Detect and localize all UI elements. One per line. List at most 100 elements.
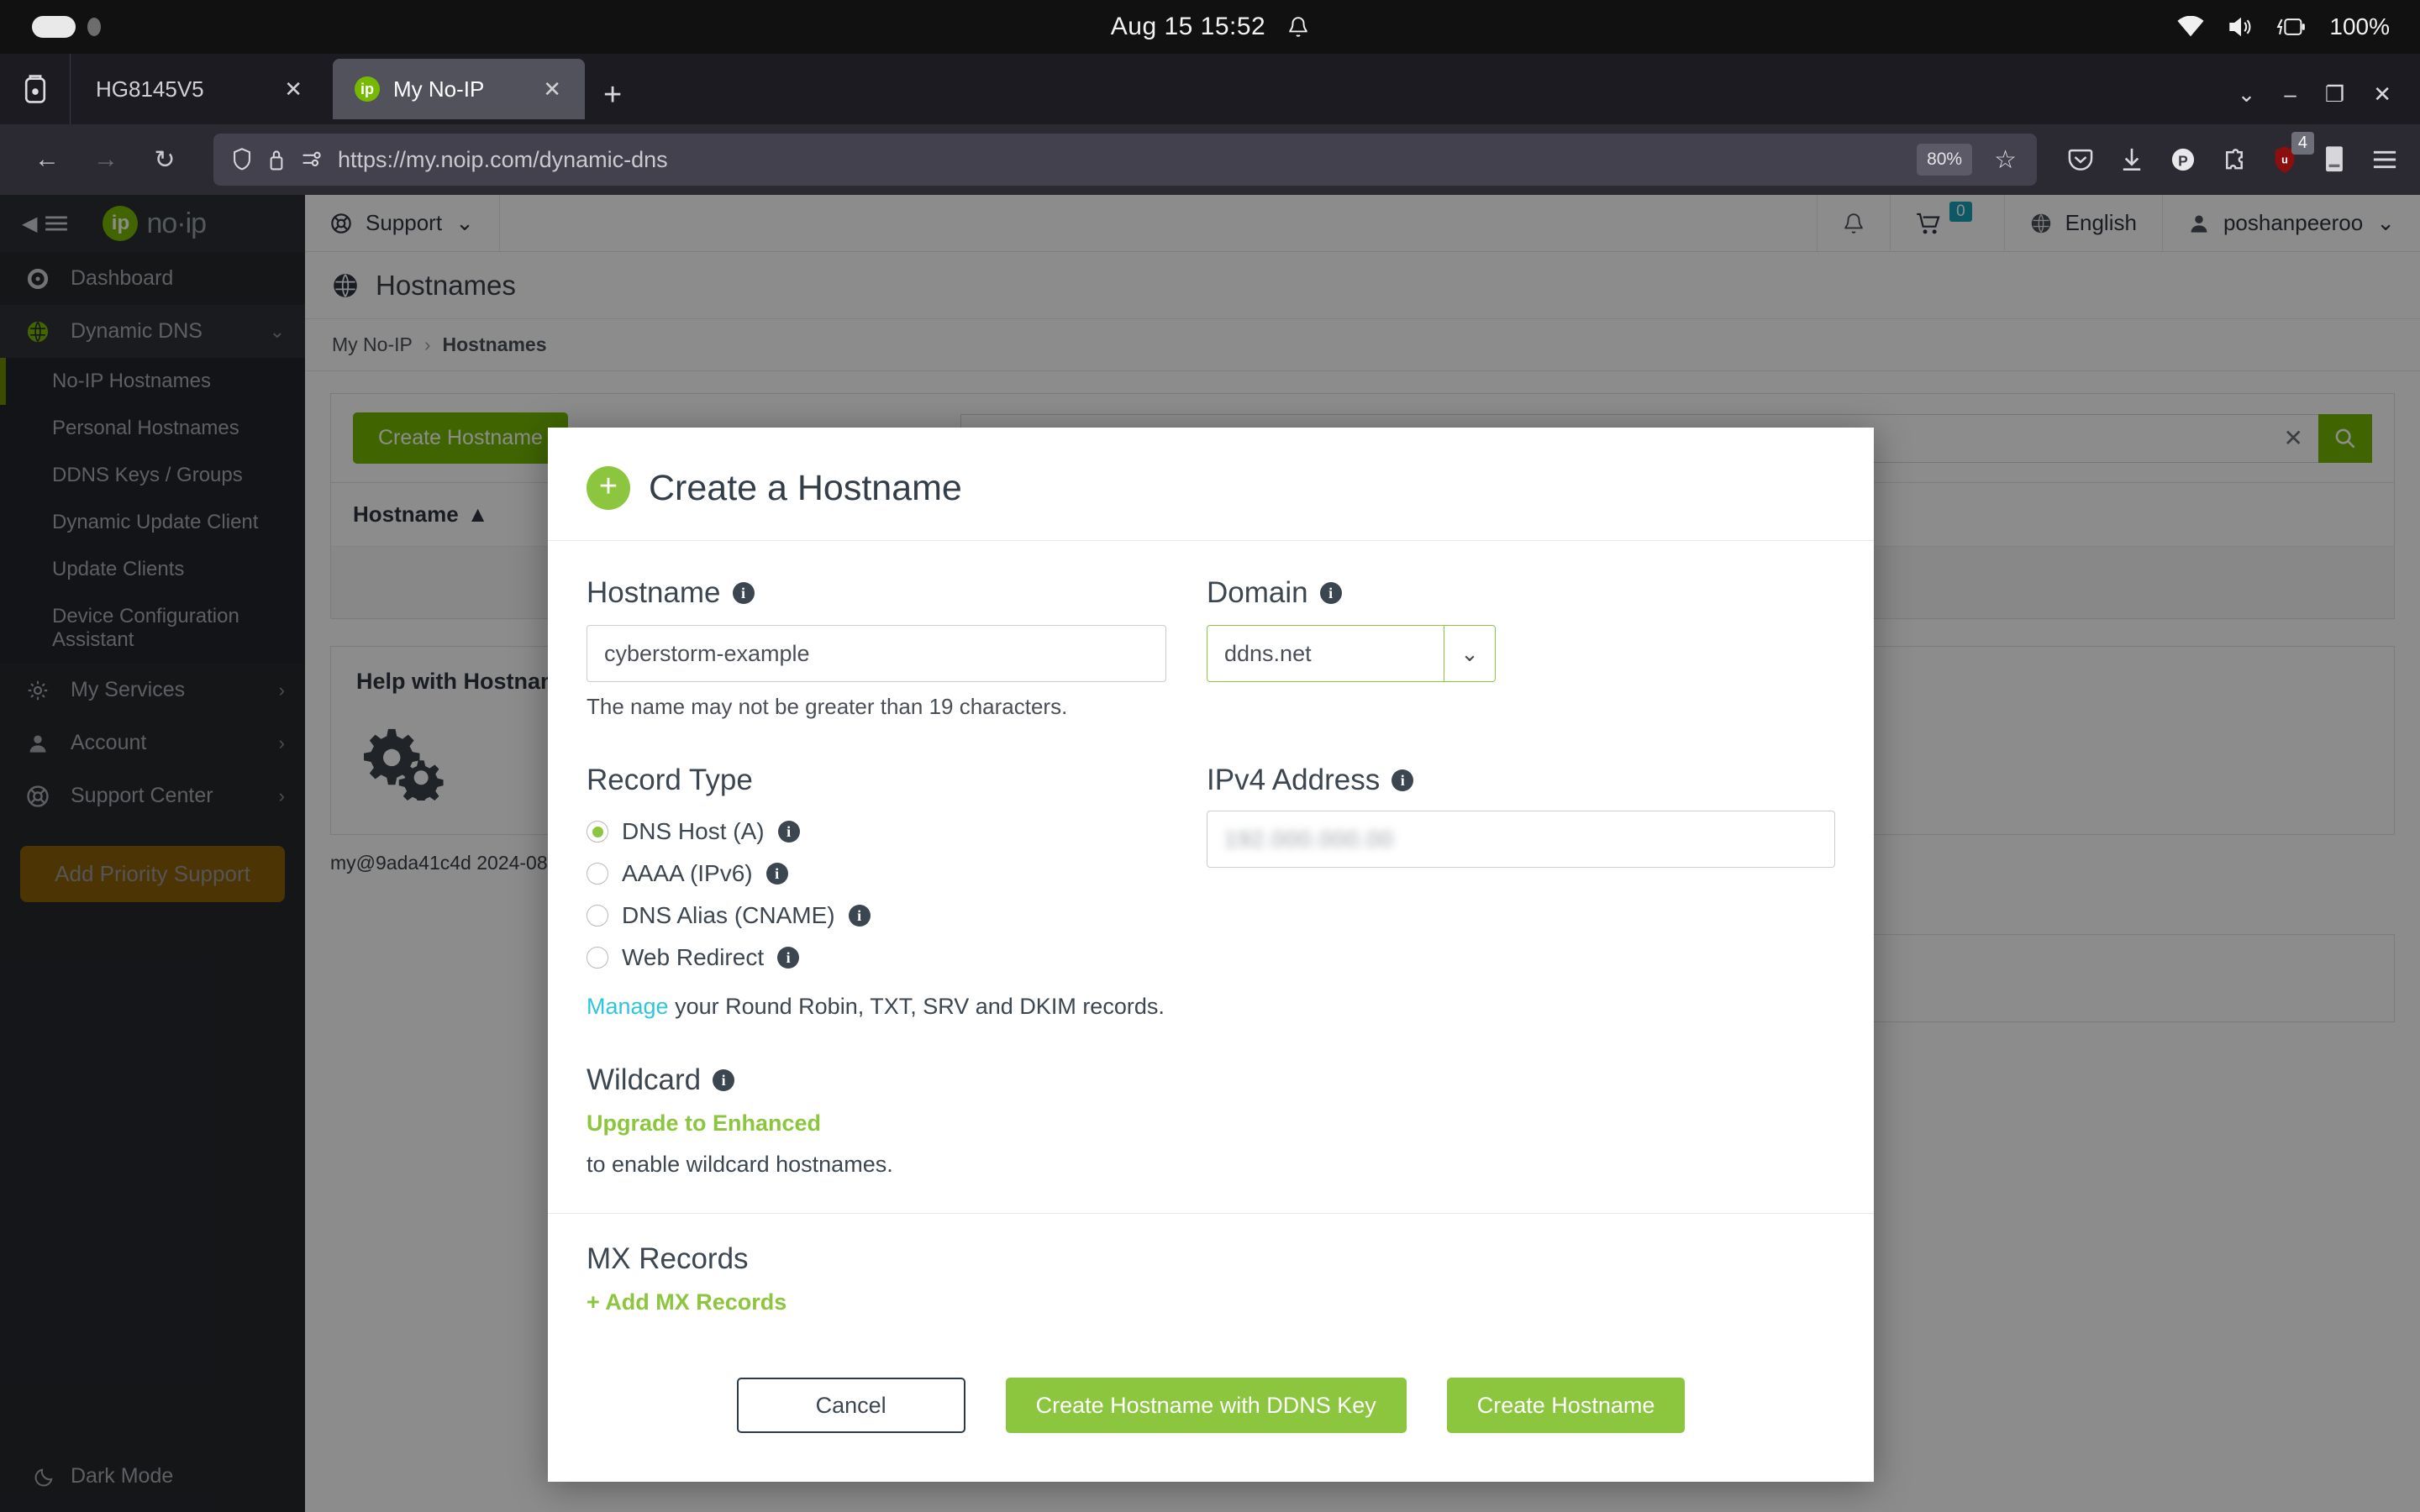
ipv4-field-group: IPv4 Address i 192.000.000.00 (1207, 720, 1835, 1178)
modal-title: Create a Hostname (649, 467, 962, 508)
domain-field-group: Domain i ddns.net ⌄ (1207, 576, 1835, 720)
ipv4-input[interactable]: 192.000.000.00 (1207, 811, 1835, 868)
minimize-button[interactable]: – (2284, 81, 2296, 108)
modal-footer: Cancel Create Hostname with DDNS Key Cre… (548, 1315, 1874, 1482)
radio-label: DNS Alias (CNAME) (622, 902, 835, 928)
bell-icon[interactable] (1287, 14, 1309, 39)
domain-label-row: Domain i (1207, 576, 1835, 610)
record-type-label: Record Type (587, 764, 1166, 797)
create-hostname-modal: + Create a Hostname Hostname i The name … (548, 428, 1874, 1482)
hostname-label: Hostname (587, 576, 721, 609)
os-window-dot-icon[interactable] (87, 18, 101, 36)
lock-icon[interactable] (267, 148, 286, 171)
os-right-indicators: 100% (2176, 13, 2420, 40)
browser-tab-2[interactable]: ip My No-IP ✕ (333, 59, 585, 119)
domain-label: Domain (1207, 576, 1308, 609)
close-window-button[interactable]: ✕ (2373, 81, 2391, 108)
modal-header: + Create a Hostname (548, 428, 1874, 540)
wildcard-hint: to enable wildcard hostnames. (587, 1152, 893, 1177)
close-icon[interactable]: ✕ (538, 76, 566, 102)
radio-icon[interactable] (587, 905, 608, 927)
hostname-hint: The name may not be greater than 19 char… (587, 694, 1068, 719)
forward-button[interactable]: → (81, 134, 131, 185)
battery-percent-label: 100% (2329, 13, 2390, 39)
extension-badge-count: 4 (2291, 132, 2314, 155)
back-button[interactable]: ← (22, 134, 72, 185)
navigation-toolbar: ← → ↻ https://my.noip.com/dynamic-dns 80… (0, 124, 2420, 195)
radio-label: DNS Host (A) (622, 818, 765, 844)
create-hostname-submit-button[interactable]: Create Hostname (1446, 1378, 1686, 1433)
proton-pass-icon[interactable]: P (2170, 146, 2196, 173)
bookmark-star-icon[interactable]: ☆ (1987, 145, 2023, 175)
radio-icon[interactable] (587, 947, 608, 969)
reload-button[interactable]: ↻ (139, 134, 190, 185)
os-center-group: Aug 15 15:52 (0, 0, 2420, 54)
mx-records-label: MX Records (587, 1242, 749, 1275)
firefox-view-button[interactable] (0, 54, 71, 124)
volume-icon[interactable] (2227, 16, 2254, 38)
list-all-tabs-button[interactable]: ⌄ (2238, 81, 2256, 108)
chevron-down-icon[interactable]: ⌄ (1444, 625, 1496, 682)
shield-icon[interactable] (232, 148, 252, 171)
url-text: https://my.noip.com/dynamic-dns (338, 146, 668, 172)
record-type-option-dns-alias-cname[interactable]: DNS Alias (CNAME) i (587, 895, 1166, 937)
reader-view-icon[interactable] (2323, 145, 2346, 174)
ipv4-value-redacted: 192.000.000.00 (1224, 826, 1394, 852)
modal-row-hostname-domain: Hostname i The name may not be greater t… (587, 576, 1835, 720)
info-icon[interactable]: i (765, 863, 788, 885)
os-status-bar: Aug 15 15:52 100% (0, 0, 2420, 54)
manage-records-rest: your Round Robin, TXT, SRV and DKIM reco… (668, 994, 1165, 1019)
manage-records-link[interactable]: Manage (587, 994, 669, 1019)
mx-records-section: MX Records + Add MX Records (548, 1214, 1874, 1315)
pocket-icon[interactable] (2067, 146, 2094, 173)
page-viewport: ◀ ip no·ip Dashboard Dynamic DNS ⌄ No-IP… (0, 195, 2420, 1512)
tab-title: My No-IP (393, 76, 485, 102)
browser-tab-1[interactable]: HG8145V5 ✕ (74, 59, 326, 119)
info-icon[interactable]: i (732, 582, 755, 604)
extensions-puzzle-icon[interactable] (2222, 146, 2247, 173)
info-icon[interactable]: i (1319, 582, 1342, 604)
manage-records-line: Manage your Round Robin, TXT, SRV and DK… (587, 994, 1166, 1020)
info-icon[interactable]: i (777, 821, 800, 843)
ipv4-label: IPv4 Address (1207, 764, 1381, 796)
add-mx-records-link[interactable]: + Add MX Records (587, 1289, 1835, 1315)
wildcard-upgrade-line: Upgrade to Enhanced (587, 1110, 1166, 1137)
tab-strip: HG8145V5 ✕ ip My No-IP ✕ + ⌄ – ❐ ✕ (0, 54, 2420, 124)
radio-icon[interactable] (587, 821, 608, 843)
domain-select-value: ddns.net (1207, 625, 1444, 682)
downloads-icon[interactable] (2119, 146, 2144, 173)
close-icon[interactable]: ✕ (279, 76, 308, 102)
window-controls: ⌄ – ❐ ✕ (2238, 81, 2420, 124)
record-type-option-dns-host-a[interactable]: DNS Host (A) i (587, 811, 1166, 853)
new-tab-button[interactable]: + (588, 79, 640, 124)
domain-select[interactable]: ddns.net ⌄ (1207, 625, 1496, 682)
radio-label: AAAA (IPv6) (622, 860, 753, 886)
info-icon[interactable]: i (777, 947, 800, 969)
browser-chrome: HG8145V5 ✕ ip My No-IP ✕ + ⌄ – ❐ ✕ ← → ↻ (0, 54, 2420, 195)
radio-icon[interactable] (587, 863, 608, 885)
os-window-pill-icon[interactable] (32, 16, 76, 38)
plus-icon: + (587, 1289, 600, 1315)
ipv4-label-row: IPv4 Address i (1207, 764, 1835, 797)
cancel-button[interactable]: Cancel (736, 1378, 965, 1433)
zoom-level-badge[interactable]: 80% (1917, 144, 1973, 176)
record-type-option-web-redirect[interactable]: Web Redirect i (587, 937, 1166, 979)
address-bar[interactable]: https://my.noip.com/dynamic-dns 80% ☆ (213, 134, 2037, 186)
wifi-icon[interactable] (2176, 16, 2205, 38)
info-icon[interactable]: i (713, 1069, 735, 1091)
upgrade-to-enhanced-link[interactable]: Upgrade to Enhanced (587, 1110, 821, 1136)
info-icon[interactable]: i (848, 905, 871, 927)
info-icon[interactable]: i (1392, 769, 1414, 791)
ublock-shield-icon[interactable]: u 4 (2272, 132, 2314, 174)
battery-charging-icon[interactable] (2275, 16, 2307, 38)
create-hostname-with-ddns-key-button[interactable]: Create Hostname with DDNS Key (1005, 1378, 1407, 1433)
record-type-group: Record Type DNS Host (A) i AAAA (IPv6) i (587, 720, 1166, 1178)
svg-text:u: u (2281, 153, 2288, 165)
maximize-button[interactable]: ❐ (2325, 81, 2344, 108)
record-type-option-aaaa-ipv6[interactable]: AAAA (IPv6) i (587, 853, 1166, 895)
tab-title: HG8145V5 (96, 76, 204, 102)
permissions-icon[interactable] (301, 150, 323, 170)
modal-body: Hostname i The name may not be greater t… (548, 540, 1874, 1214)
hostname-input[interactable] (587, 625, 1166, 682)
app-menu-icon[interactable] (2371, 148, 2398, 171)
